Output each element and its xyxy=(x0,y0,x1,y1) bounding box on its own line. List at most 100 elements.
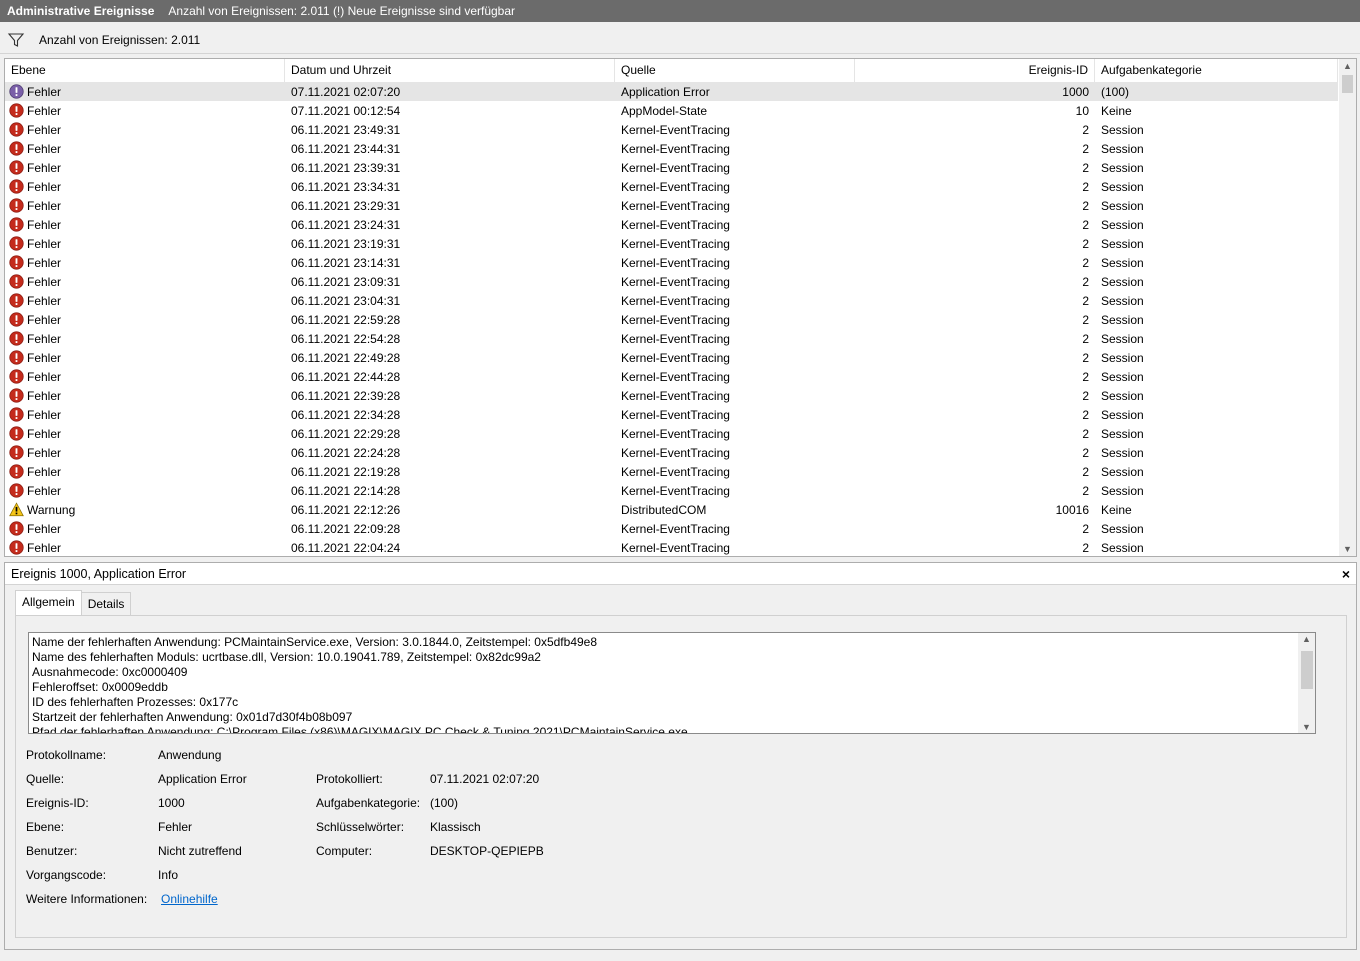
scroll-thumb[interactable] xyxy=(1301,651,1313,689)
event-id-cell: 2 xyxy=(1082,160,1089,175)
description-line: Name der fehlerhaften Anwendung: PCMaint… xyxy=(32,635,598,649)
level-cell: Fehler xyxy=(5,179,285,194)
table-row[interactable]: Fehler 06.11.2021 23:04:31 Kernel-EventTra… xyxy=(5,291,1338,310)
column-source[interactable]: Quelle xyxy=(615,59,855,82)
date-cell: 06.11.2021 23:14:31 xyxy=(291,255,401,270)
table-row[interactable]: Fehler 06.11.2021 23:14:31 Kernel-EventTra… xyxy=(5,253,1338,272)
task-category-cell: Session xyxy=(1101,179,1144,194)
table-row[interactable]: Fehler 06.11.2021 22:29:28 Kernel-EventTra… xyxy=(5,424,1338,443)
event-id-value: 1000 xyxy=(158,796,185,810)
table-row[interactable]: Fehler 06.11.2021 22:59:28 Kernel-EventTra… xyxy=(5,310,1338,329)
description-scrollbar[interactable]: ▲ ▼ xyxy=(1298,633,1315,733)
table-row[interactable]: Fehler 06.11.2021 22:14:28 Kernel-EventTra… xyxy=(5,481,1338,500)
tab-general[interactable]: Allgemein xyxy=(15,590,82,616)
scroll-down-icon[interactable]: ▼ xyxy=(1298,722,1315,732)
level-cell: Fehler xyxy=(5,198,285,213)
column-task-category[interactable]: Aufgabenkategorie xyxy=(1095,59,1338,82)
event-list-scrollbar[interactable]: ▲ ▼ xyxy=(1339,59,1356,556)
level-cell: Fehler xyxy=(5,217,285,232)
event-list[interactable]: Ebene Datum und Uhrzeit Quelle Ereignis-… xyxy=(4,58,1357,557)
task-category-cell: Session xyxy=(1101,255,1144,270)
table-row[interactable]: Fehler 06.11.2021 23:09:31 Kernel-EventTra… xyxy=(5,272,1338,291)
column-level[interactable]: Ebene xyxy=(5,59,285,82)
table-row[interactable]: Fehler 06.11.2021 22:49:28 Kernel-EventTra… xyxy=(5,348,1338,367)
event-id-cell: 2 xyxy=(1082,236,1089,251)
scroll-up-icon[interactable]: ▲ xyxy=(1339,59,1356,73)
table-row[interactable]: Fehler 06.11.2021 22:44:28 Kernel-EventTra… xyxy=(5,367,1338,386)
table-row[interactable]: Fehler 06.11.2021 22:54:28 Kernel-EventTra… xyxy=(5,329,1338,348)
task-category-cell: Session xyxy=(1101,521,1144,536)
task-category-cell: Session xyxy=(1101,445,1144,460)
event-id-cell: 2 xyxy=(1082,521,1089,536)
table-row[interactable]: Fehler 06.11.2021 23:29:31 Kernel-EventTra… xyxy=(5,196,1338,215)
table-row[interactable]: Fehler 06.11.2021 23:49:31 Kernel-EventTra… xyxy=(5,120,1338,139)
date-cell: 06.11.2021 23:29:31 xyxy=(291,198,401,213)
event-list-header: Ebene Datum und Uhrzeit Quelle Ereignis-… xyxy=(5,59,1338,82)
detail-tabs: Allgemein Details xyxy=(15,590,132,616)
table-row[interactable]: Fehler 06.11.2021 23:19:31 Kernel-EventTra… xyxy=(5,234,1338,253)
level-text: Fehler xyxy=(27,103,62,118)
table-row[interactable]: Fehler 06.11.2021 22:09:28 Kernel-EventTra… xyxy=(5,519,1338,538)
date-cell: 06.11.2021 22:34:28 xyxy=(291,407,401,422)
table-row[interactable]: Fehler 06.11.2021 23:44:31 Kernel-EventTra… xyxy=(5,139,1338,158)
scroll-thumb[interactable] xyxy=(1342,75,1353,93)
filter-icon[interactable] xyxy=(7,31,25,49)
table-row[interactable]: Fehler 06.11.2021 22:19:28 Kernel-EventTra… xyxy=(5,462,1338,481)
table-row[interactable]: Fehler 06.11.2021 22:04:24 Kernel-EventTra… xyxy=(5,538,1338,556)
scroll-down-icon[interactable]: ▼ xyxy=(1339,542,1356,556)
event-detail-pane: Ereignis 1000, Application Error × Allge… xyxy=(4,562,1357,950)
table-row[interactable]: Fehler 06.11.2021 23:39:31 Kernel-EventTra… xyxy=(5,158,1338,177)
opcode-label: Vorgangscode: xyxy=(26,868,107,882)
description-line: Startzeit der fehlerhaften Anwendung: 0x… xyxy=(32,710,353,724)
error-icon xyxy=(9,445,24,460)
scroll-up-icon[interactable]: ▲ xyxy=(1298,634,1315,644)
level-text: Fehler xyxy=(27,445,62,460)
level-cell: Fehler xyxy=(5,369,285,384)
date-cell: 06.11.2021 22:04:24 xyxy=(291,540,401,555)
level-cell: Fehler xyxy=(5,331,285,346)
error-icon xyxy=(9,179,24,194)
level-cell: Fehler xyxy=(5,521,285,536)
event-id-cell: 2 xyxy=(1082,426,1089,441)
event-id-cell: 2 xyxy=(1082,540,1089,555)
level-text: Fehler xyxy=(27,217,62,232)
table-row[interactable]: Fehler 07.11.2021 00:12:54 AppModel-State 1… xyxy=(5,101,1338,120)
date-cell: 06.11.2021 22:09:28 xyxy=(291,521,401,536)
source-cell: Kernel-EventTracing xyxy=(621,464,730,479)
user-label: Benutzer: xyxy=(26,844,78,858)
source-cell: Application Error xyxy=(621,84,710,99)
column-event-id[interactable]: Ereignis-ID xyxy=(855,59,1095,82)
table-row[interactable]: Fehler 06.11.2021 23:24:31 Kernel-EventTra… xyxy=(5,215,1338,234)
table-row[interactable]: Fehler 06.11.2021 22:39:28 Kernel-EventTra… xyxy=(5,386,1338,405)
source-cell: Kernel-EventTracing xyxy=(621,540,730,555)
source-cell: Kernel-EventTracing xyxy=(621,179,730,194)
source-cell: Kernel-EventTracing xyxy=(621,160,730,175)
table-row[interactable]: Fehler 06.11.2021 23:34:31 Kernel-EventTra… xyxy=(5,177,1338,196)
table-row[interactable]: Warnung 06.11.2021 22:12:26 DistributedCOM… xyxy=(5,500,1338,519)
column-date[interactable]: Datum und Uhrzeit xyxy=(285,59,615,82)
close-icon[interactable]: × xyxy=(1342,566,1350,582)
source-cell: Kernel-EventTracing xyxy=(621,217,730,232)
tab-details[interactable]: Details xyxy=(80,592,132,616)
log-name-label: Protokollname: xyxy=(26,748,107,762)
source-cell: Kernel-EventTracing xyxy=(621,141,730,156)
source-cell: Kernel-EventTracing xyxy=(621,407,730,422)
table-row[interactable]: Fehler 06.11.2021 22:34:28 Kernel-EventTra… xyxy=(5,405,1338,424)
source-cell: Kernel-EventTracing xyxy=(621,369,730,384)
level-cell: Warnung xyxy=(5,502,285,517)
online-help-link[interactable]: Onlinehilfe xyxy=(161,892,218,906)
date-cell: 06.11.2021 23:39:31 xyxy=(291,160,401,175)
level-cell: Fehler xyxy=(5,141,285,156)
filter-count: Anzahl von Ereignissen: 2.011 xyxy=(39,32,201,47)
event-description[interactable]: Name der fehlerhaften Anwendung: PCMaint… xyxy=(28,632,1316,734)
status-strip xyxy=(0,950,1360,961)
error-icon xyxy=(9,464,24,479)
error-icon xyxy=(9,141,24,156)
level-text: Fehler xyxy=(27,293,62,308)
source-cell: Kernel-EventTracing xyxy=(621,331,730,346)
table-row[interactable]: Fehler 06.11.2021 22:24:28 Kernel-EventTra… xyxy=(5,443,1338,462)
date-cell: 06.11.2021 22:29:28 xyxy=(291,426,401,441)
source-cell: Kernel-EventTracing xyxy=(621,521,730,536)
error-icon xyxy=(9,388,24,403)
table-row[interactable]: Fehler 07.11.2021 02:07:20 Application Err… xyxy=(5,82,1338,101)
